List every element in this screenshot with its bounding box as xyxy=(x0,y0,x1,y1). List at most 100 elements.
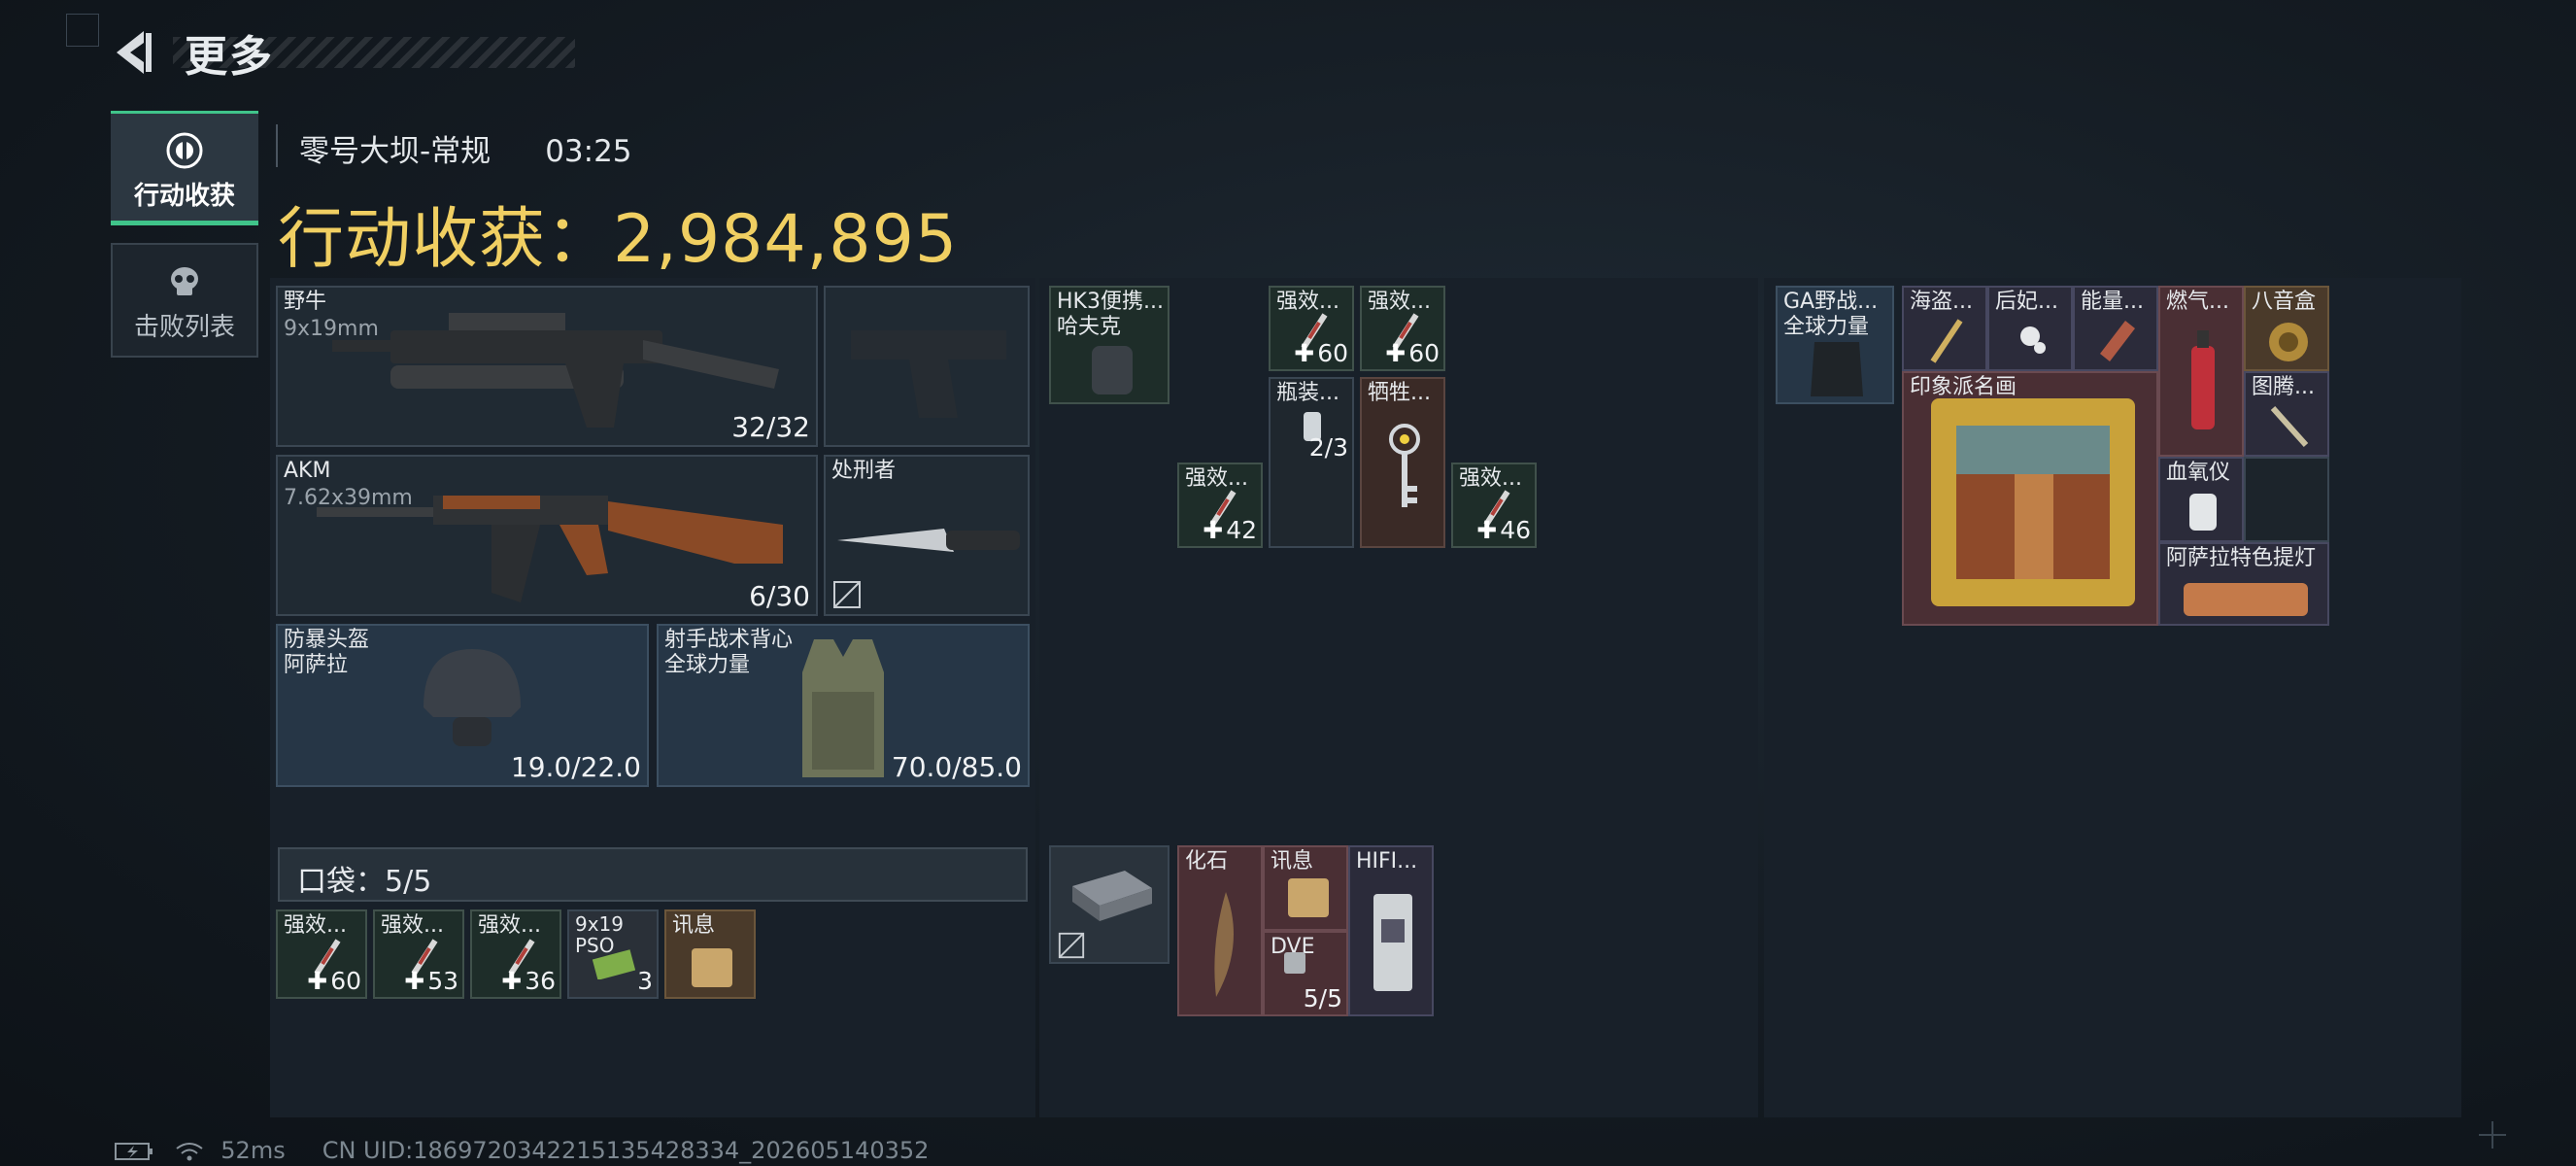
sidearm-slot[interactable] xyxy=(824,286,1030,447)
container-case-icon xyxy=(1072,871,1152,921)
lantern-icon xyxy=(2184,583,2308,616)
smg-icon xyxy=(332,313,779,428)
rig-item[interactable]: 图腾... xyxy=(2244,371,2329,457)
rig-item[interactable]: 能量... xyxy=(2073,286,2158,371)
rig-item[interactable]: 八音盒 xyxy=(2244,286,2329,371)
rig-icon xyxy=(1811,342,1863,396)
match-time: 03:25 xyxy=(545,134,632,169)
corner-frame xyxy=(66,14,99,47)
container-item[interactable]: 讯息 xyxy=(1263,845,1348,931)
item-name: HK3便携... xyxy=(1057,290,1164,314)
item-name: 强效... xyxy=(1368,290,1431,314)
status-footer: 52ms CN UID:1869720342215135428334_202605… xyxy=(115,1137,966,1164)
hairpin-icon xyxy=(2020,326,2046,354)
document-icon xyxy=(1288,878,1329,917)
wifi-icon xyxy=(176,1143,203,1161)
oximeter-icon xyxy=(2189,494,2217,531)
container-item[interactable]: 化石 xyxy=(1177,845,1263,1016)
plus-icon: ✚ xyxy=(1203,516,1224,544)
painting-icon xyxy=(1931,398,2135,606)
pocket-item[interactable]: 9x19 PSO 3 xyxy=(567,909,659,999)
item-name: 强效... xyxy=(381,913,444,938)
music-box-icon xyxy=(2269,323,2308,361)
item-count: ✚ 53 xyxy=(404,967,458,995)
corner-crosshair-icon xyxy=(2479,1121,2506,1149)
item-brand: 全球力量 xyxy=(1783,315,1870,339)
container-item[interactable]: HIFI... xyxy=(1348,845,1434,1016)
rig-item[interactable]: 阿萨拉特色提灯 xyxy=(2158,542,2329,626)
pocket-count: 5/5 xyxy=(385,865,432,899)
item-count: ✚ 60 xyxy=(1294,339,1348,367)
item-name: 燃气... xyxy=(2166,290,2229,314)
backpack-item[interactable]: 强效... ✚ 60 xyxy=(1269,286,1354,371)
divider xyxy=(276,124,278,167)
fossil-claw-icon xyxy=(1214,892,1234,997)
backpack-item[interactable]: 强效... ✚ 60 xyxy=(1360,286,1445,371)
back-button[interactable] xyxy=(109,27,159,78)
battery-icon xyxy=(115,1143,153,1160)
page-title: 更多 xyxy=(185,32,274,82)
pocket-item[interactable]: 讯息 xyxy=(664,909,756,999)
backpack-item[interactable]: 强效... ✚ 42 xyxy=(1177,463,1263,548)
backpack-item[interactable]: 瓶装... 2/3 xyxy=(1269,377,1354,548)
battery-icon xyxy=(1284,952,1305,974)
harvest-icon xyxy=(166,132,203,169)
rig-item[interactable]: 印象派名画 xyxy=(1902,371,2158,626)
pocket-item[interactable]: 强效... ✚ 60 xyxy=(276,909,367,999)
item-count: 2/3 xyxy=(1308,433,1348,462)
container-item[interactable]: DVE 5/5 xyxy=(1263,931,1348,1016)
helmet-slot[interactable]: 防暴头盔 阿萨拉 19.0/22.0 xyxy=(276,624,649,787)
item-brand: 阿萨拉 xyxy=(284,653,349,677)
tab-label: 击败列表 xyxy=(133,313,235,342)
plus-icon: ✚ xyxy=(307,967,328,995)
item-name: 讯息 xyxy=(1271,849,1314,874)
item-count: ✚ 36 xyxy=(501,967,556,995)
durability: 19.0/22.0 xyxy=(510,751,641,783)
rig-item[interactable]: 燃气... xyxy=(2158,286,2244,457)
item-count: ✚ 60 xyxy=(1385,339,1440,367)
item-name: 防暴头盔 xyxy=(284,628,370,652)
pocket-label: 口袋： xyxy=(297,865,385,899)
durability: 70.0/85.0 xyxy=(891,751,1022,783)
item-name: 血氧仪 xyxy=(2166,461,2231,485)
knife-icon xyxy=(837,529,1020,552)
plus-icon: ✚ xyxy=(1294,339,1315,367)
rig-item[interactable]: 海盗... xyxy=(1902,286,1987,371)
item-name: 强效... xyxy=(1185,466,1248,491)
gas-canister-icon xyxy=(2191,330,2215,429)
item-name: 八音盒 xyxy=(2252,290,2317,314)
item-name: 射手战术背心 xyxy=(664,628,794,652)
item-name: 化石 xyxy=(1185,849,1229,874)
helmet-icon xyxy=(424,649,521,746)
primary-weapon-slot[interactable]: 野牛 9x19mm 32/32 xyxy=(276,286,818,447)
map-name: 零号大坝-常规 xyxy=(299,134,491,169)
ammo-count: 32/32 xyxy=(731,411,810,443)
secure-container-slot[interactable] xyxy=(1049,845,1169,964)
backpack-item[interactable]: 强效... ✚ 46 xyxy=(1451,463,1537,548)
backpack-item[interactable]: 牺牲... xyxy=(1360,377,1445,548)
item-brand: 全球力量 xyxy=(664,653,751,677)
item-count: ✚ 60 xyxy=(307,967,361,995)
pocket-header: 口袋：5/5 xyxy=(278,847,1028,902)
chest-rig-slot[interactable]: GA野战... 全球力量 xyxy=(1776,286,1894,404)
item-count: ✚ 46 xyxy=(1476,516,1531,544)
empty-rig-slot[interactable] xyxy=(2244,457,2329,542)
item-name: 强效... xyxy=(1459,466,1522,491)
tab-defeat-list[interactable]: 击败列表 xyxy=(111,243,258,358)
rig-item[interactable]: 血氧仪 xyxy=(2158,457,2244,542)
ammo-box-icon xyxy=(593,949,635,979)
pocket-item[interactable]: 强效... ✚ 36 xyxy=(470,909,561,999)
tab-operation-harvest[interactable]: 行动收获 xyxy=(111,111,258,225)
item-count: ✚ 42 xyxy=(1203,516,1257,544)
backpack-icon xyxy=(1092,346,1133,394)
item-name: 图腾... xyxy=(2252,375,2315,399)
document-icon xyxy=(692,948,732,987)
secondary-weapon-slot[interactable]: AKM 7.62x39mm 6/30 xyxy=(276,455,818,616)
plus-icon: ✚ xyxy=(404,967,425,995)
backpack-slot[interactable]: HK3便携... 哈夫克 xyxy=(1049,286,1169,404)
armor-slot[interactable]: 射手战术背心 全球力量 70.0/85.0 xyxy=(657,624,1030,787)
rig-item[interactable]: 后妃... xyxy=(1987,286,2073,371)
melee-slot[interactable]: 处刑者 xyxy=(824,455,1030,616)
key-icon xyxy=(1389,424,1420,507)
pocket-item[interactable]: 强效... ✚ 53 xyxy=(373,909,464,999)
